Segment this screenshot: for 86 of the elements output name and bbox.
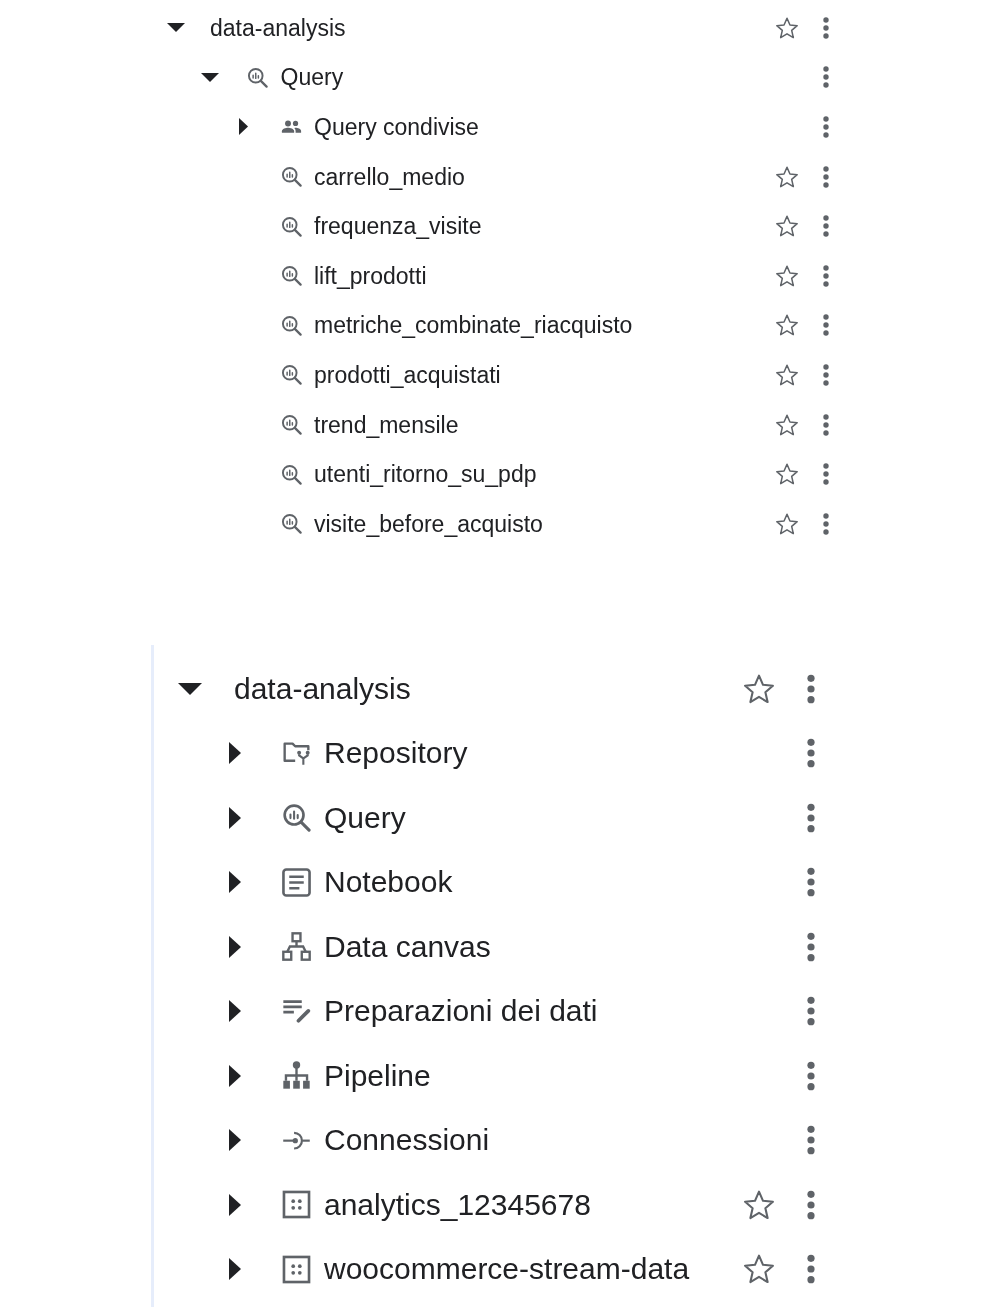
caret-right-icon[interactable]: [229, 871, 241, 894]
more-options-icon[interactable]: [823, 215, 829, 238]
tree-item-label[interactable]: trend_mensile: [314, 410, 459, 439]
lines-pencil-icon: [281, 999, 311, 1024]
caret-right-icon[interactable]: [238, 118, 248, 136]
more-options-icon[interactable]: [807, 1060, 815, 1091]
star-icon[interactable]: [776, 463, 798, 486]
more-options-icon[interactable]: [807, 673, 815, 704]
more-options-icon[interactable]: [823, 264, 829, 287]
magnifier-chart-icon: [280, 166, 302, 188]
tree-item-label[interactable]: woocommerce-stream-data: [324, 1251, 690, 1288]
star-icon[interactable]: [744, 1189, 774, 1220]
star-icon[interactable]: [776, 413, 798, 436]
more-options-icon[interactable]: [823, 165, 829, 188]
tree-item-label[interactable]: Query: [280, 63, 344, 92]
tree-item-label[interactable]: Data canvas: [324, 928, 491, 965]
tree-item-label[interactable]: metriche_combinate_riacquisto: [314, 311, 633, 340]
magnifier-chart-icon: [280, 414, 302, 436]
star-icon[interactable]: [744, 1254, 774, 1285]
tree-item-label[interactable]: data-analysis: [234, 670, 411, 707]
more-options-icon[interactable]: [807, 996, 815, 1027]
more-options-icon[interactable]: [807, 867, 815, 898]
magnifier-chart-icon: [247, 66, 268, 88]
more-options-icon[interactable]: [823, 463, 829, 486]
tree-item-label[interactable]: Repository: [324, 735, 468, 772]
magnifier-chart-icon: [280, 513, 302, 535]
tree-item-label[interactable]: Query: [324, 799, 406, 836]
caret-right-icon[interactable]: [229, 1000, 241, 1023]
more-options-icon[interactable]: [807, 931, 815, 962]
caret-right-icon[interactable]: [229, 1258, 241, 1281]
star-icon[interactable]: [776, 512, 798, 535]
tree-item-label[interactable]: prodotti_acquistati: [314, 360, 501, 389]
star-icon[interactable]: [776, 314, 798, 337]
caret-right-icon[interactable]: [229, 1193, 241, 1216]
magnifier-chart-icon: [280, 314, 302, 336]
tree-item-label[interactable]: data-analysis: [210, 13, 346, 42]
tree-item-label[interactable]: utenti_ritorno_su_pdp: [314, 460, 537, 489]
dotted-square-icon: [281, 1254, 311, 1284]
dotted-square-icon: [281, 1190, 311, 1220]
magnifier-chart-icon: [281, 803, 311, 833]
tree-item-label[interactable]: Notebook: [324, 864, 453, 901]
caret-right-icon[interactable]: [229, 1129, 241, 1152]
star-icon[interactable]: [776, 16, 798, 39]
more-options-icon[interactable]: [823, 512, 829, 535]
tree-item-label[interactable]: lift_prodotti: [314, 261, 427, 290]
caret-right-icon[interactable]: [229, 1064, 241, 1087]
more-options-icon[interactable]: [807, 1254, 815, 1285]
more-options-icon[interactable]: [823, 66, 829, 89]
tree-item-label[interactable]: Query condivise: [314, 113, 479, 141]
caret-down-icon[interactable]: [167, 23, 185, 33]
caret-right-icon[interactable]: [229, 935, 241, 958]
more-options-icon[interactable]: [823, 314, 829, 337]
star-icon[interactable]: [776, 165, 798, 188]
magnifier-chart-icon: [280, 265, 302, 287]
tree-item-label[interactable]: carrello_medio: [314, 162, 465, 191]
tree-item-label[interactable]: visite_before_acquisto: [314, 509, 543, 538]
magnifier-chart-icon: [280, 463, 302, 485]
folder-branch-icon: [281, 740, 311, 766]
tree-item-label[interactable]: Connessioni: [324, 1122, 490, 1159]
star-icon[interactable]: [776, 264, 798, 287]
people-icon: [280, 120, 302, 134]
star-icon[interactable]: [776, 363, 798, 386]
tree-item-label[interactable]: Pipeline: [324, 1057, 431, 1094]
node-diagram-icon: [281, 932, 311, 962]
hierarchy-icon: [281, 1061, 311, 1091]
caret-down-icon[interactable]: [178, 682, 202, 695]
connector-icon: [281, 1130, 311, 1150]
caret-right-icon[interactable]: [229, 742, 241, 765]
more-options-icon[interactable]: [823, 16, 829, 39]
document-icon: [281, 867, 311, 897]
more-options-icon[interactable]: [823, 413, 829, 436]
caret-right-icon[interactable]: [229, 806, 241, 829]
tree-item-label[interactable]: Preparazioni dei dati: [324, 993, 598, 1030]
magnifier-chart-icon: [280, 364, 302, 386]
more-options-icon[interactable]: [807, 802, 815, 833]
more-options-icon[interactable]: [807, 1125, 815, 1156]
tree-item-label[interactable]: frequenza_visite: [314, 212, 482, 241]
more-options-icon[interactable]: [807, 738, 815, 769]
more-options-icon[interactable]: [807, 1189, 815, 1220]
tree-item-label[interactable]: analytics_12345678: [324, 1186, 591, 1223]
caret-down-icon[interactable]: [200, 72, 219, 82]
more-options-icon[interactable]: [823, 116, 829, 138]
magnifier-chart-icon: [280, 215, 302, 237]
star-icon[interactable]: [776, 215, 798, 238]
more-options-icon[interactable]: [823, 363, 829, 386]
star-icon[interactable]: [744, 673, 774, 704]
